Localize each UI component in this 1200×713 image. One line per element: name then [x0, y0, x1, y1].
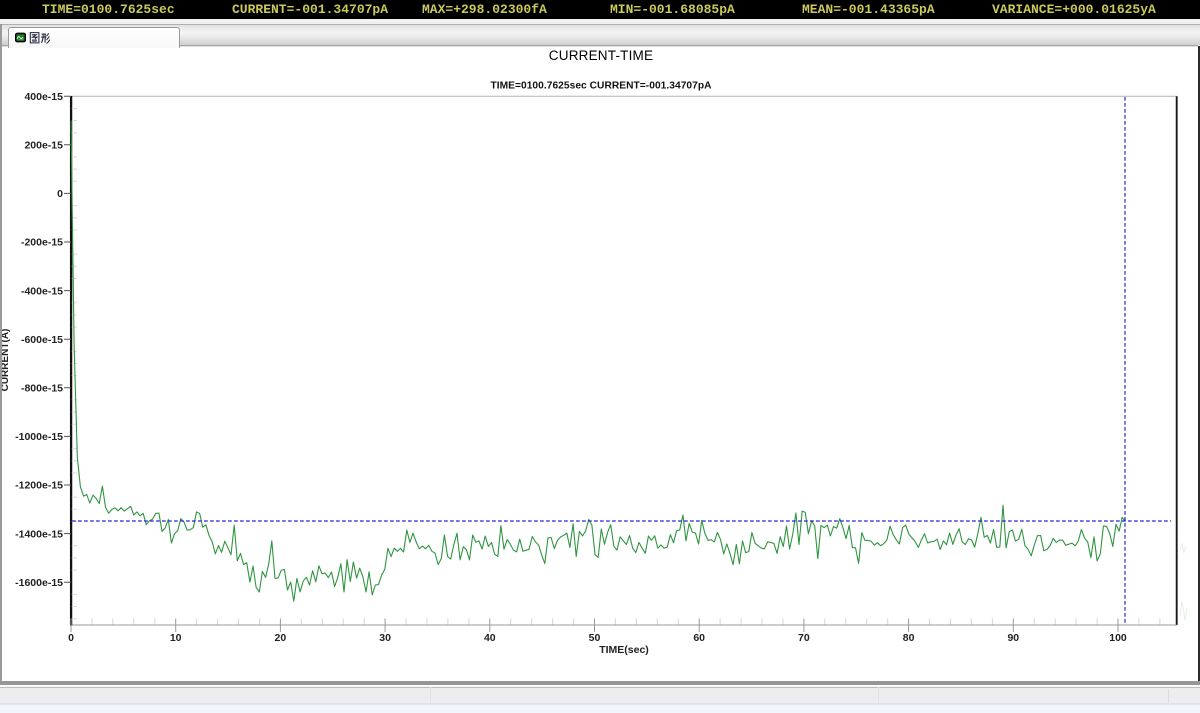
svg-text:-200e-15: -200e-15	[21, 237, 63, 249]
svg-text:40: 40	[484, 632, 496, 644]
svg-text:-400e-15: -400e-15	[21, 285, 63, 297]
svg-text:30: 30	[379, 632, 391, 644]
svg-text:70: 70	[798, 632, 810, 644]
svg-text:200e-15: 200e-15	[24, 140, 63, 152]
svg-text:0: 0	[57, 188, 63, 200]
svg-text:-1000e-15: -1000e-15	[15, 431, 63, 443]
svg-text:80: 80	[903, 632, 915, 644]
svg-text:60: 60	[693, 632, 705, 644]
svg-text:0: 0	[68, 632, 74, 644]
svg-text:100: 100	[1109, 632, 1127, 644]
svg-text:CURRENT-TIME: CURRENT-TIME	[549, 48, 653, 63]
svg-text:90: 90	[1007, 632, 1019, 644]
svg-text:-800e-15: -800e-15	[21, 383, 63, 395]
svg-text:20: 20	[275, 632, 287, 644]
svg-text:10: 10	[170, 632, 182, 644]
svg-text:TIME(sec): TIME(sec)	[599, 644, 649, 656]
svg-text:50: 50	[589, 632, 601, 644]
svg-text:-600e-15: -600e-15	[21, 334, 63, 346]
svg-text:-1400e-15: -1400e-15	[15, 528, 63, 540]
svg-text:-1200e-15: -1200e-15	[15, 480, 63, 492]
svg-text:TIME=0100.7625sec CURRENT=-001: TIME=0100.7625sec CURRENT=-001.34707pA	[490, 81, 712, 92]
svg-text:-1600e-15: -1600e-15	[15, 577, 63, 589]
svg-text:400e-15: 400e-15	[24, 91, 63, 103]
